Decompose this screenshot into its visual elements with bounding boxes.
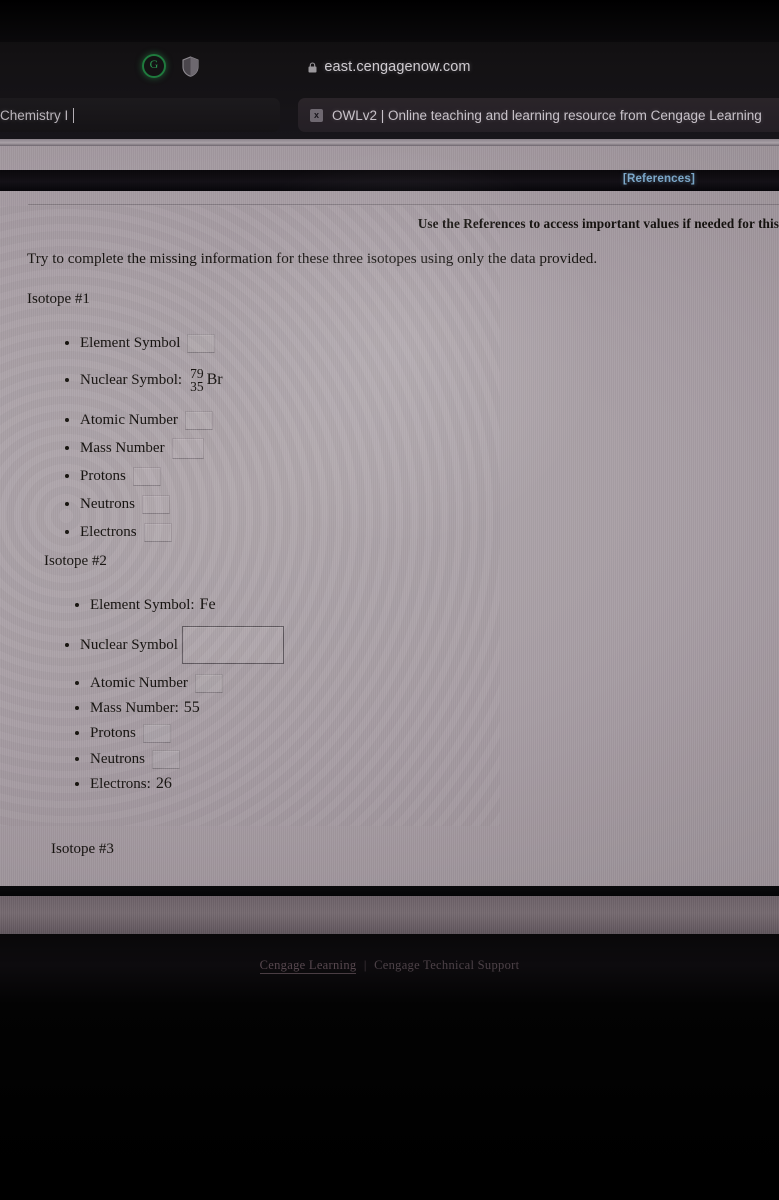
address-bar[interactable]: east.cengagenow.com [0,52,779,82]
row-label: Element Symbol: [90,596,195,613]
atomic-number-subscript: 35 [190,379,204,394]
atomic-number-input[interactable] [184,410,213,430]
row-label: Atomic Number [80,411,178,428]
tab-owlv2[interactable]: x OWLv2 | Online teaching and learning r… [298,98,779,132]
browser-bottom-bar [0,896,779,934]
laptop-screen-photo: G east.cengagenow.com Chemistry I x OWLv… [0,0,779,1200]
row-label: Protons [80,467,126,484]
row-label: Atomic Number [90,674,188,691]
element-symbol-input[interactable] [187,333,216,353]
list-item-neutrons: Neutrons [62,490,223,518]
nuclear-symbol-input[interactable] [181,626,284,664]
row-label: Nuclear Symbol [80,636,178,653]
viewport-bottom-seam [0,886,779,896]
row-label: Nuclear Symbol: [80,371,183,388]
isotope-1-list: Element Symbol Nuclear Symbol: 79 35 Br … [62,332,223,546]
shield-tracker-protection-icon[interactable] [182,55,199,77]
list-item-protons: Protons [72,720,284,746]
padlock-icon [308,61,317,73]
list-item-electrons: Electrons: 26 [72,772,284,796]
row-label: Electrons [80,523,137,540]
row-label: Neutrons [90,750,145,767]
electrons-value: 26 [155,775,172,792]
references-bar: [References] [0,170,779,191]
tab-strip: Chemistry I x OWLv2 | Online teaching an… [0,98,779,134]
tab-favicon: x [310,108,323,122]
chrome-bottom-seam [0,139,779,146]
laptop-deck: ☼ F2 ▤ F3 ☷ F4 ⏪ F5 ⏯ F6 ⏩ F7 [0,1004,779,1200]
list-item-atomic-number: Atomic Number [62,406,223,434]
list-item-nuclear-symbol: Nuclear Symbol [62,620,284,670]
atomic-number-input[interactable] [194,673,223,693]
nuclear-symbol-notation: 79 35 Br [190,365,223,394]
list-item-mass-number: Mass Number [62,434,223,462]
extension-icons: G [142,54,199,78]
list-item-nuclear-symbol: Nuclear Symbol: 79 35 Br [62,354,223,406]
isotope-2-list: Element Symbol: Fe Nuclear Symbol Atomic… [64,590,284,796]
use-references-note: Use the References to access important v… [417,216,779,231]
neutrons-input[interactable] [142,494,170,514]
tab-chemistry[interactable]: Chemistry I [0,98,280,132]
protons-input[interactable] [142,723,171,743]
element-symbol-text: Br [206,371,223,388]
isotope-2-heading: Isotope #2 [44,553,107,569]
list-item-neutrons: Neutrons [72,746,284,772]
list-item-element-symbol: Element Symbol [62,332,223,354]
mass-number-value: 55 [183,699,200,716]
footer-separator: | [363,958,367,972]
references-link[interactable]: [References] [623,173,695,185]
page-viewport: [References] Use the References to acces… [0,146,779,886]
neutrons-input[interactable] [152,749,180,769]
grammarly-icon[interactable]: G [142,54,166,78]
isotope-1-heading: Isotope #1 [27,291,90,307]
text-caret [73,107,75,123]
cengage-technical-support-link[interactable]: Cengage Technical Support [374,958,519,972]
isotope-3-heading: Isotope #3 [51,841,114,857]
row-label: Element Symbol [80,334,181,351]
chrome-top-glow [0,0,779,42]
list-item-mass-number: Mass Number: 55 [72,696,284,720]
url-text: east.cengagenow.com [324,59,471,75]
tab-title: OWLv2 | Online teaching and learning res… [332,107,762,123]
mass-number-superscript: 79 [190,365,204,381]
tab-title: Chemistry I [0,107,69,123]
list-item-atomic-number: Atomic Number [72,670,284,696]
cengage-learning-link[interactable]: Cengage Learning [259,958,357,974]
list-item-element-symbol: Element Symbol: Fe [72,590,284,620]
row-label: Electrons: [90,775,151,792]
horizontal-rule [28,204,779,205]
element-symbol-value: Fe [199,596,216,613]
footer-text: Cengage Learning | Cengage Technical Sup… [0,958,779,974]
list-item-electrons: Electrons [62,518,223,546]
page-footer-zone: Cengage Learning | Cengage Technical Sup… [0,934,779,1004]
row-label: Neutrons [80,495,135,512]
list-item-protons: Protons [62,462,223,490]
assignment-prompt: Try to complete the missing information … [27,250,598,267]
mass-number-input[interactable] [171,437,204,459]
row-label: Mass Number: [90,699,179,716]
protons-input[interactable] [132,466,161,486]
row-label: Protons [90,724,136,741]
row-label: Mass Number [80,439,165,456]
browser-chrome: G east.cengagenow.com Chemistry I x OWLv… [0,0,779,140]
electrons-input[interactable] [143,522,172,542]
